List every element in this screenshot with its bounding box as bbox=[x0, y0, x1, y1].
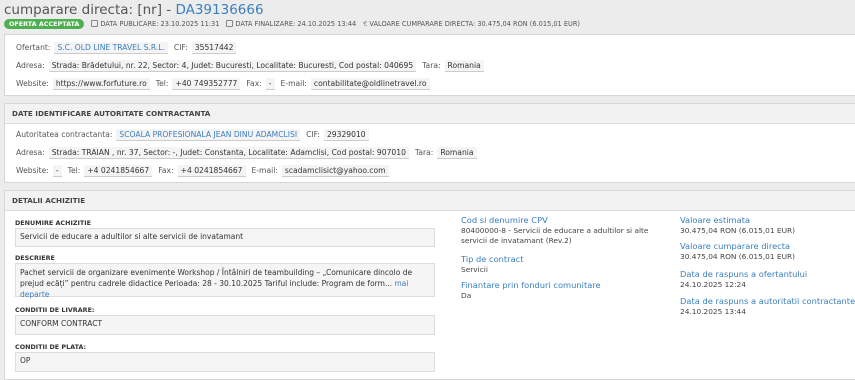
header-meta: OFERTA ACCEPTATA DATA PUBLICARE: 23.10.2… bbox=[4, 18, 580, 29]
authority-fax: +4 0241854667 bbox=[177, 164, 246, 177]
descriere-text: Pachet servicii de organizare evenimente… bbox=[20, 268, 413, 288]
direct-purchase-value-text: VALOARE CUMPARARE DIRECTA: 30.475,04 RON… bbox=[369, 19, 580, 28]
authority-contact-row: Website: - Tel: +4 0241854667 Fax: +4 02… bbox=[16, 164, 395, 177]
authority-cif-label: CIF: bbox=[306, 130, 320, 139]
offerer-contact-row: Website: https://www.forfuture.ro Tel: +… bbox=[16, 77, 436, 90]
offerer-website-label: Website: bbox=[16, 79, 49, 88]
finalize-date-text: DATA FINALIZARE: 24.10.2025 13:44 bbox=[235, 19, 357, 28]
offerer-panel: Ofertant: S.C. OLD LINE TRAVEL S.R.L. CI… bbox=[4, 34, 855, 96]
procedure-code: DA39136666 bbox=[175, 2, 264, 18]
raspuns-ofertant-title: Data de raspuns a ofertantului bbox=[680, 269, 808, 279]
status-badge: OFERTA ACCEPTATA bbox=[4, 18, 85, 29]
descriere-field: Pachet servicii de organizare evenimente… bbox=[15, 263, 435, 299]
raspuns-autoritate-title: Data de raspuns a autoritatii contractan… bbox=[680, 296, 855, 306]
direct-purchase-value: € VALOARE CUMPARARE DIRECTA: 30.475,04 RO… bbox=[363, 20, 580, 28]
offerer-email-label: E-mail: bbox=[280, 79, 307, 88]
page-title: cumparare directa: [nr] - DA39136666 bbox=[4, 2, 264, 18]
valoare-estimata-title: Valoare estimata bbox=[680, 215, 751, 225]
authority-email-label: E-mail: bbox=[251, 166, 278, 175]
calendar-icon bbox=[91, 19, 99, 27]
authority-tel-label: Tel: bbox=[67, 166, 81, 175]
livrare-label: CONDITII DE LIVRARE: bbox=[15, 306, 95, 314]
authority-section-title: DATE IDENTIFICARE AUTORITATE CONTRACTANT… bbox=[5, 104, 855, 124]
raspuns-ofertant-value: 24.10.2025 12:24 bbox=[680, 280, 746, 289]
raspuns-autoritate-value: 24.10.2025 13:44 bbox=[680, 307, 746, 316]
offerer-address-row: Adresa: Strada: Brădetului, nr. 22, Sect… bbox=[16, 59, 490, 72]
offerer-tel: +40 749352777 bbox=[172, 77, 241, 90]
details-panel: DETALII ACHIZITIE DENUMIRE ACHIZITIE Ser… bbox=[4, 190, 855, 380]
authority-country: Romania bbox=[437, 146, 477, 159]
offerer-cif: 35517442 bbox=[191, 41, 237, 54]
valoare-cumparare-value: 30.475,04 RON (6.015,01 EUR) bbox=[680, 252, 796, 261]
denumire-label: DENUMIRE ACHIZITIE bbox=[15, 219, 91, 227]
authority-link[interactable]: SCOALA PROFESIONALA JEAN DINU ADAMCLISI bbox=[116, 128, 301, 141]
offerer-label: Ofertant: bbox=[16, 43, 51, 52]
valoare-cumparare-title: Valoare cumparare directa bbox=[680, 241, 791, 251]
offerer-address-label: Adresa: bbox=[16, 61, 45, 70]
publish-date-text: DATA PUBLICARE: 23.10.2025 11:31 bbox=[100, 19, 220, 28]
authority-cif: 29329010 bbox=[323, 128, 369, 141]
offerer-fax-label: Fax: bbox=[246, 79, 262, 88]
authority-label: Autoritatea contractanta: bbox=[16, 130, 113, 139]
offerer-email[interactable]: contabilitate@oldlinetravel.ro bbox=[310, 77, 430, 90]
offerer-fax: - bbox=[265, 77, 275, 90]
authority-fax-label: Fax: bbox=[158, 166, 174, 175]
denumire-field: Servicii de educare a adultilor si alte … bbox=[15, 228, 435, 247]
plata-field: OP bbox=[15, 352, 435, 372]
offerer-website[interactable]: https://www.forfuture.ro bbox=[52, 77, 150, 90]
offerer-country-label: Tara: bbox=[422, 61, 441, 70]
authority-panel: DATE IDENTIFICARE AUTORITATE CONTRACTANT… bbox=[4, 103, 855, 183]
authority-row: Autoritatea contractanta: SCOALA PROFESI… bbox=[16, 128, 375, 141]
offerer-country: Romania bbox=[444, 59, 484, 72]
descriere-label: DESCRIERE bbox=[15, 254, 55, 262]
authority-website-label: Website: bbox=[16, 166, 49, 175]
offerer-tel-label: Tel: bbox=[155, 79, 169, 88]
offerer-cif-label: CIF: bbox=[173, 43, 188, 52]
publish-date: DATA PUBLICARE: 23.10.2025 11:31 bbox=[91, 19, 220, 28]
offerer-row: Ofertant: S.C. OLD LINE TRAVEL S.R.L. CI… bbox=[16, 41, 242, 54]
valoare-estimata-value: 30.475,04 RON (6.015,01 EUR) bbox=[680, 226, 796, 235]
page-title-prefix: cumparare directa: [nr] - bbox=[4, 2, 176, 18]
fonduri-title: Finantare prin fonduri comunitare bbox=[461, 280, 601, 290]
offerer-link[interactable]: S.C. OLD LINE TRAVEL S.R.L. bbox=[54, 41, 168, 54]
authority-address-label: Adresa: bbox=[16, 148, 45, 157]
calendar-icon bbox=[226, 19, 234, 27]
authority-address: Strada: TRAIAN , nr. 37, Sector: -, Jude… bbox=[48, 146, 409, 159]
euro-icon: € bbox=[363, 19, 368, 28]
fonduri-value: Da bbox=[461, 291, 472, 300]
details-section-title: DETALII ACHIZITIE bbox=[5, 191, 855, 211]
finalize-date: DATA FINALIZARE: 24.10.2025 13:44 bbox=[226, 19, 357, 28]
authority-website[interactable]: - bbox=[52, 164, 62, 177]
authority-address-row: Adresa: Strada: TRAIAN , nr. 37, Sector:… bbox=[16, 146, 483, 159]
tip-contract-title: Tip de contract bbox=[461, 254, 524, 264]
authority-tel: +4 0241854667 bbox=[84, 164, 153, 177]
offerer-address: Strada: Brădetului, nr. 22, Sector: 4, J… bbox=[48, 59, 417, 72]
plata-label: CONDITII DE PLATA: bbox=[15, 343, 87, 351]
cpv-value: 80400000-8 - Servicii de educare a adult… bbox=[461, 226, 649, 245]
cpv-title: Cod si denumire CPV bbox=[461, 215, 548, 225]
tip-contract-value: Servicii bbox=[461, 265, 488, 274]
authority-country-label: Tara: bbox=[414, 148, 434, 157]
livrare-field: CONFORM CONTRACT bbox=[15, 315, 435, 335]
authority-email[interactable]: scadamclisict@yahoo.com bbox=[281, 164, 389, 177]
